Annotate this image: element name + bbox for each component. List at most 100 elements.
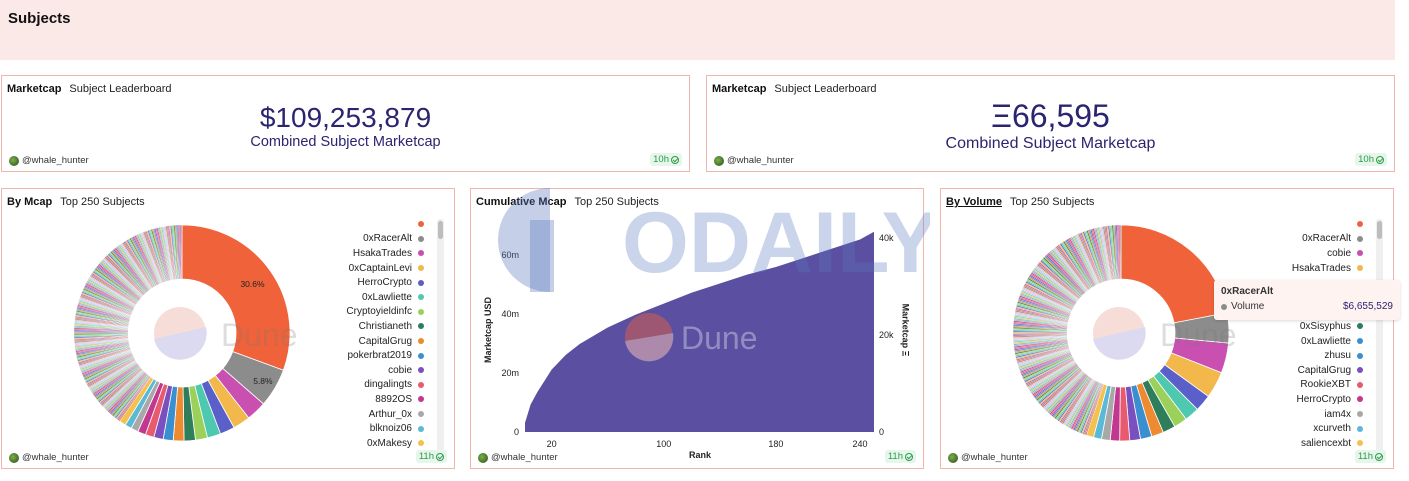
legend-item[interactable]: CapitalGrug (294, 334, 424, 349)
legend-item[interactable]: dingalingts (294, 378, 424, 393)
legend-item[interactable]: CapitalGrug (1233, 363, 1363, 378)
legend-item[interactable]: 8892OS (294, 392, 424, 407)
legend-item[interactable]: 0xLawliette (1233, 334, 1363, 349)
legend-item[interactable]: Arthur_0x (294, 407, 424, 422)
check-circle-icon (436, 452, 444, 461)
legend-item[interactable]: 0xSisyphus (1233, 319, 1363, 334)
legend-dot-icon (418, 235, 424, 242)
legend-item[interactable]: HerroCrypto (294, 275, 424, 290)
age-label: 10h (653, 154, 669, 165)
counter-label: Combined Subject Marketcap (945, 135, 1156, 152)
scrollbar-thumb[interactable] (1377, 221, 1382, 239)
tooltip-metric: Volume (1231, 301, 1265, 312)
avatar (714, 155, 724, 166)
legend-dot-icon (1357, 323, 1363, 330)
legend-item[interactable]: blknoiz06 (294, 421, 424, 436)
legend-item[interactable]: HsakaTrades (1233, 261, 1363, 276)
legend-item[interactable]: 0xLawliette (294, 290, 424, 305)
legend-scrollbar[interactable] (437, 219, 444, 455)
card-title[interactable]: Marketcap Subject Leaderboard (712, 83, 877, 95)
legend-label: cobie (1327, 247, 1351, 259)
legend-dot-icon (418, 411, 424, 418)
legend-item[interactable]: HerroCrypto (1233, 392, 1363, 407)
legend-item[interactable]: cobie (294, 363, 424, 378)
legend-item[interactable]: 0xRacerAlt (1233, 232, 1363, 247)
legend-item[interactable]: cobie (1233, 246, 1363, 261)
legend-item[interactable] (1233, 217, 1363, 232)
author-link[interactable]: @whale_hunter (948, 452, 1028, 463)
by-mcap-card: By Mcap Top 250 Subjects 30.6% 5.8% Dune 0… (1, 188, 455, 469)
check-circle-icon (671, 155, 679, 164)
legend-dot-icon (418, 265, 424, 272)
mcap-donut-chart[interactable]: 30.6% 5.8% (72, 219, 302, 449)
y-axis-title: Marketcap USD (483, 296, 494, 364)
y-tick-label: 40m (501, 309, 519, 319)
counter-label: Combined Subject Marketcap (250, 134, 441, 150)
x-tick-label: 180 (768, 439, 783, 449)
legend-item[interactable]: Christianeth (294, 319, 424, 334)
card-title-main[interactable]: By Volume (946, 196, 1002, 208)
freshness-badge: 10h (1355, 153, 1387, 166)
legend-item[interactable] (294, 217, 424, 232)
legend-item[interactable]: 0xRacerAlt (294, 232, 424, 247)
freshness-badge: 11h (1354, 450, 1386, 463)
x-tick-label: 240 (852, 439, 867, 449)
legend-item[interactable]: 0xMakesy (294, 436, 424, 451)
legend-label: 0xLawliette (361, 291, 412, 303)
legend-label: pokerbrat2019 (347, 350, 413, 362)
legend-dot-icon (418, 294, 424, 301)
card-title-sub: Top 250 Subjects (1010, 196, 1095, 208)
chart-legend[interactable]: 0xRacerAlt HsakaTrades 0xCaptainLevi HerroC… (294, 217, 424, 455)
legend-dot-icon (418, 352, 424, 359)
legend-item[interactable]: RookieXBT (1233, 378, 1363, 393)
check-circle-icon (1375, 452, 1383, 461)
legend-item[interactable]: zhusu (1233, 348, 1363, 363)
legend-dot-icon (1357, 265, 1363, 272)
legend-label: 0xLawliette (1300, 335, 1351, 347)
author-link[interactable]: @whale_hunter (478, 452, 558, 463)
legend-label: Christianeth (358, 320, 412, 332)
legend-dot-icon (1357, 338, 1363, 345)
chart-legend[interactable]: 0xRacerAlt cobie HsakaTrades 0xSisyphus 0xLa… (1233, 217, 1363, 455)
legend-dot-icon (418, 425, 424, 432)
legend-scrollbar[interactable] (1376, 219, 1383, 455)
author-link[interactable]: @whale_hunter (9, 155, 89, 166)
legend-label: dingalingts (364, 379, 412, 391)
age-label: 11h (418, 451, 434, 462)
legend-item[interactable]: 0xCaptainLevi (294, 261, 424, 276)
author-name: @whale_hunter (491, 452, 558, 463)
legend-label: saliencexbt (1300, 437, 1351, 449)
slice-data-label: 30.6% (240, 279, 265, 289)
legend-label: RookieXBT (1300, 379, 1351, 391)
card-title[interactable]: Marketcap Subject Leaderboard (7, 83, 172, 95)
y-tick-label: 20m (501, 368, 519, 378)
author-link[interactable]: @whale_hunter (714, 155, 794, 166)
check-circle-icon (905, 452, 913, 461)
y2-tick-label: 0 (879, 427, 884, 437)
cumulative-area-chart[interactable]: Dune 0 20m 40m 60m 0 20k 40k 20 100 180 240 (471, 189, 925, 470)
counter-value: $109,253,879 (259, 102, 432, 133)
y2-tick-label: 40k (879, 233, 894, 243)
slice-data-label: 5.8% (253, 376, 273, 386)
author-link[interactable]: @whale_hunter (9, 452, 89, 463)
legend-item[interactable]: HsakaTrades (294, 246, 424, 261)
legend-dot-icon (1357, 411, 1363, 418)
legend-item[interactable]: iam4x (1233, 407, 1363, 422)
scrollbar-thumb[interactable] (438, 221, 443, 239)
author-name: @whale_hunter (22, 452, 89, 463)
volume-donut-chart[interactable] (1011, 219, 1241, 449)
legend-item[interactable]: Cryptoyieldinfc (294, 305, 424, 320)
legend-dot-icon (418, 279, 424, 286)
page-title: Subjects (8, 10, 71, 27)
card-title[interactable]: By Mcap Top 250 Subjects (7, 196, 145, 208)
avatar (478, 452, 488, 463)
series-dot-icon (1221, 304, 1227, 310)
y2-tick-label: 20k (879, 330, 894, 340)
age-label: 10h (1358, 154, 1374, 165)
legend-label: 0xCaptainLevi (348, 262, 412, 274)
legend-item[interactable]: saliencexbt (1233, 436, 1363, 451)
card-title-sub: Top 250 Subjects (60, 196, 145, 208)
legend-item[interactable]: xcurveth (1233, 421, 1363, 436)
card-title[interactable]: By Volume Top 250 Subjects (946, 196, 1094, 208)
legend-item[interactable]: pokerbrat2019 (294, 348, 424, 363)
